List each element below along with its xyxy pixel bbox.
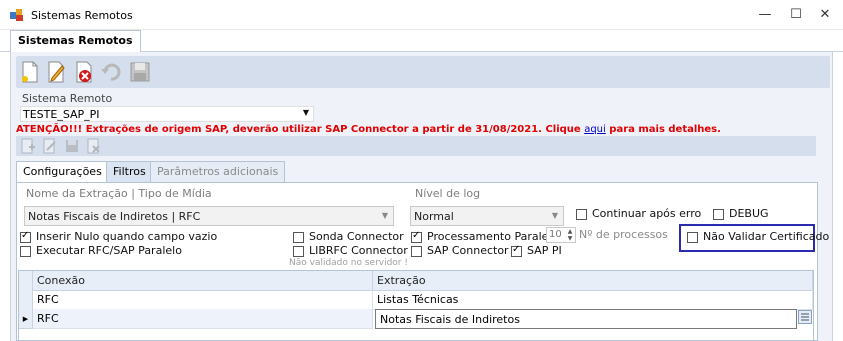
cell-extracao: Listas Técnicas	[377, 293, 459, 306]
tab-configuracoes-label: Configurações	[23, 165, 102, 178]
extracao-combo[interactable]: Notas Fiscais de Indiretos | RFC ▼	[24, 206, 394, 226]
table-row-cell[interactable]: RFC	[33, 309, 373, 329]
document-tabstrip: Sistemas Remotos	[0, 30, 843, 52]
extracao-value: Notas Fiscais de Indiretos | RFC	[28, 210, 201, 223]
grid-corner	[19, 271, 33, 291]
processos-stepper[interactable]: 10 ▲ ▼	[546, 227, 576, 243]
sap-pi-checkbox[interactable]	[511, 244, 522, 257]
validation-note: Não validado no servidor !	[289, 258, 408, 268]
inserir-nulo-checkbox[interactable]	[20, 230, 31, 243]
edit-icon[interactable]	[42, 138, 58, 154]
column-header-conexao[interactable]: Conexão	[33, 271, 373, 291]
executar-rfc-paralelo-checkbox[interactable]	[20, 246, 31, 257]
save-icon[interactable]	[64, 138, 80, 154]
inserir-nulo-label: Inserir Nulo quando campo vazio	[36, 230, 218, 243]
cell-conexao: RFC	[37, 293, 59, 306]
new-document-icon[interactable]	[18, 60, 42, 84]
nivel-log-combo[interactable]: Normal ▼	[410, 206, 564, 226]
processamento-paralelo-checkbox[interactable]	[411, 230, 422, 243]
continuar-apos-erro-label: Continuar após erro	[592, 207, 702, 220]
sap-connector-checkbox[interactable]	[411, 246, 422, 257]
sistema-remoto-label: Sistema Remoto	[22, 92, 113, 105]
window-titlebar: Sistemas Remotos — ☐ ✕	[0, 0, 843, 30]
stepper-down-icon[interactable]: ▼	[566, 235, 574, 242]
column-header-conexao-label: Conexão	[37, 274, 85, 287]
nivel-log-label: Nível de log	[415, 187, 481, 200]
edit-icon[interactable]	[44, 60, 68, 84]
cell-extracao: Notas Fiscais de Indiretos	[380, 313, 520, 326]
connections-grid: Conexão Extração RFC Listas Técnicas ▶ R…	[18, 270, 814, 341]
cell-conexao: RFC	[37, 312, 59, 325]
nao-validar-certificado-checkbox[interactable]	[687, 232, 698, 243]
sistema-remoto-combo[interactable]: TESTE_SAP_PI ▼	[20, 106, 314, 122]
column-header-extracao-label: Extração	[377, 274, 426, 287]
debug-checkbox[interactable]	[713, 209, 724, 220]
tab-sistemas-remotos-label: Sistemas Remotos	[18, 34, 133, 47]
processos-value: 10	[549, 229, 562, 240]
processamento-paralelo-label: Processamento Paralelo	[427, 230, 559, 243]
librfc-connector-label: LIBRFC Connector	[309, 244, 408, 257]
sistema-remoto-value: TESTE_SAP_PI	[23, 108, 100, 121]
close-button[interactable]: ✕	[810, 4, 840, 26]
debug-label: DEBUG	[729, 207, 769, 220]
sonda-connector-checkbox[interactable]	[293, 232, 304, 243]
list-icon[interactable]	[798, 310, 812, 324]
minimize-button[interactable]: —	[750, 4, 780, 26]
extracao-label: Nome da Extração | Tipo de Mídia	[26, 187, 212, 200]
tab-filtros[interactable]: Filtros	[106, 161, 153, 182]
tab-filtros-label: Filtros	[113, 165, 146, 178]
maximize-button[interactable]: ☐	[781, 4, 811, 26]
main-toolbar	[16, 56, 830, 88]
details-link[interactable]: aqui	[584, 124, 606, 135]
tab-sistemas-remotos[interactable]: Sistemas Remotos	[10, 30, 141, 52]
chevron-down-icon[interactable]: ▼	[552, 211, 558, 220]
delete-icon[interactable]	[86, 138, 102, 154]
chevron-down-icon[interactable]: ▼	[382, 211, 388, 220]
tab-configuracoes[interactable]: Configurações	[16, 161, 109, 183]
nivel-log-value: Normal	[414, 210, 454, 223]
undo-icon[interactable]	[99, 60, 123, 84]
add-icon[interactable]	[20, 138, 36, 154]
continuar-apos-erro-checkbox[interactable]	[576, 209, 587, 220]
column-header-extracao[interactable]: Extração	[373, 271, 813, 291]
sonda-connector-label: Sonda Connector	[309, 230, 404, 243]
stepper-up-icon[interactable]: ▲	[566, 228, 574, 235]
sap-connector-label: SAP Connector	[427, 244, 509, 257]
chevron-down-icon[interactable]: ▼	[303, 108, 309, 117]
table-row-cell[interactable]: Listas Técnicas	[373, 290, 813, 310]
sap-warning-suffix: para mais detalhes.	[609, 124, 721, 135]
librfc-connector-checkbox[interactable]	[293, 246, 304, 257]
table-row-cell[interactable]: Notas Fiscais de Indiretos	[375, 309, 797, 329]
sap-warning-text: ATENÇÃO!!! Extrações de origem SAP, deve…	[16, 124, 581, 135]
sap-pi-label: SAP PI	[527, 244, 562, 257]
nao-validar-certificado-label: Não Validar Certificado	[703, 230, 830, 243]
table-row-cell[interactable]: RFC	[33, 290, 373, 310]
sap-warning: ATENÇÃO!!! Extrações de origem SAP, deve…	[16, 124, 721, 135]
row-indicator[interactable]	[19, 290, 33, 310]
app-icon	[10, 9, 23, 21]
tab-parametros-adicionais[interactable]: Parâmetros adicionais	[150, 161, 286, 182]
processos-label: Nº de processos	[579, 228, 668, 241]
tab-parametros-adicionais-label: Parâmetros adicionais	[157, 165, 279, 178]
save-icon[interactable]	[128, 60, 152, 84]
extraction-toolbar	[16, 136, 816, 156]
executar-rfc-paralelo-label: Executar RFC/SAP Paralelo	[36, 244, 182, 257]
delete-icon[interactable]	[72, 60, 96, 84]
list-icon-glyph	[801, 313, 809, 321]
window-title: Sistemas Remotos	[31, 9, 133, 22]
row-indicator[interactable]: ▶	[19, 309, 33, 329]
